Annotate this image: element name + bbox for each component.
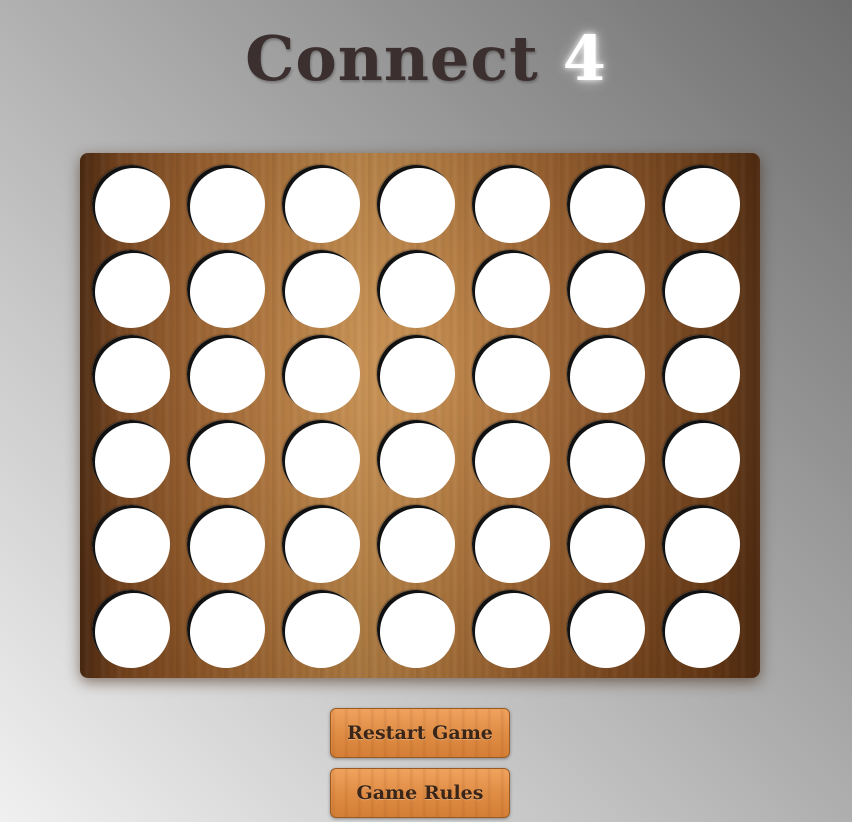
board-slot-r4-c6[interactable]: [567, 420, 645, 498]
game-title: Connect 4: [0, 14, 852, 104]
board-slot-r2-c1[interactable]: [92, 250, 170, 328]
board-slot-r6-c7[interactable]: [662, 590, 740, 668]
restart-game-button[interactable]: Restart Game: [330, 708, 510, 758]
board-slot-r2-c7[interactable]: [662, 250, 740, 328]
board-slot-r5-c5[interactable]: [472, 505, 550, 583]
board-slot-r1-c7[interactable]: [662, 165, 740, 243]
board-slot-r2-c6[interactable]: [567, 250, 645, 328]
board-slot-r5-c6[interactable]: [567, 505, 645, 583]
board-slot-r5-c1[interactable]: [92, 505, 170, 583]
board-slot-r6-c4[interactable]: [377, 590, 455, 668]
board-slot-r2-c3[interactable]: [282, 250, 360, 328]
board-slot-r3-c1[interactable]: [92, 335, 170, 413]
board-slot-r3-c4[interactable]: [377, 335, 455, 413]
title-number: 4: [562, 22, 607, 95]
board-slot-r4-c7[interactable]: [662, 420, 740, 498]
board-slot-r4-c5[interactable]: [472, 420, 550, 498]
board-slot-r2-c4[interactable]: [377, 250, 455, 328]
board-slot-r4-c1[interactable]: [92, 420, 170, 498]
board-slot-r3-c5[interactable]: [472, 335, 550, 413]
board-slot-r1-c1[interactable]: [92, 165, 170, 243]
board-slot-r2-c5[interactable]: [472, 250, 550, 328]
board-slot-r6-c5[interactable]: [472, 590, 550, 668]
board-slot-r1-c2[interactable]: [187, 165, 265, 243]
board-slot-r5-c3[interactable]: [282, 505, 360, 583]
board-slot-r6-c1[interactable]: [92, 590, 170, 668]
board-slot-r4-c3[interactable]: [282, 420, 360, 498]
board-slot-r6-c3[interactable]: [282, 590, 360, 668]
board-slot-r5-c7[interactable]: [662, 505, 740, 583]
board-slot-r3-c2[interactable]: [187, 335, 265, 413]
board-slot-r3-c7[interactable]: [662, 335, 740, 413]
board-slot-r4-c4[interactable]: [377, 420, 455, 498]
board-slot-r1-c3[interactable]: [282, 165, 360, 243]
board-slot-r4-c2[interactable]: [187, 420, 265, 498]
board-slot-r1-c6[interactable]: [567, 165, 645, 243]
title-word: Connect: [245, 22, 539, 95]
board-slot-r6-c6[interactable]: [567, 590, 645, 668]
board-slot-r5-c2[interactable]: [187, 505, 265, 583]
board-slot-r6-c2[interactable]: [187, 590, 265, 668]
board-slot-r3-c6[interactable]: [567, 335, 645, 413]
board-slot-r3-c3[interactable]: [282, 335, 360, 413]
game-rules-button[interactable]: Game Rules: [330, 768, 510, 818]
board-slot-r5-c4[interactable]: [377, 505, 455, 583]
game-board: [80, 153, 760, 678]
board-slot-r2-c2[interactable]: [187, 250, 265, 328]
board-slot-r1-c4[interactable]: [377, 165, 455, 243]
board-slot-r1-c5[interactable]: [472, 165, 550, 243]
